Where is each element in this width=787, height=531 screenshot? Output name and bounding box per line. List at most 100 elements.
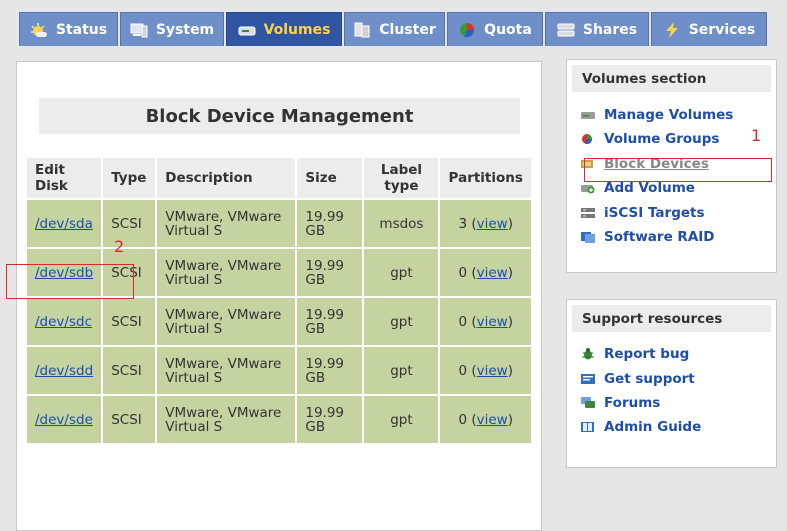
- label-type-cell: msdos: [364, 200, 439, 247]
- sidebar-item-get-support[interactable]: Get support: [581, 369, 695, 389]
- add-volume-icon: [581, 182, 595, 194]
- table-row: /dev/sdc SCSI VMware, VMware Virtual S 1…: [27, 298, 531, 345]
- sidebar-item-iscsi-targets[interactable]: iSCSI Targets: [581, 203, 705, 223]
- table-header-row: Edit Disk Type Description Size Label ty…: [27, 158, 531, 198]
- type-cell: SCSI: [103, 200, 156, 247]
- sidebar-item-label: Manage Volumes: [604, 107, 734, 123]
- server-icon: [557, 22, 575, 38]
- tab-shares[interactable]: Shares: [545, 12, 649, 46]
- support-icon: [581, 373, 595, 385]
- volumes-section-title: Volumes section: [572, 65, 771, 92]
- partition-count: 0: [458, 313, 468, 330]
- page-title: Block Device Management: [39, 98, 520, 134]
- sun-icon: [30, 22, 48, 38]
- sidebar-item-admin-guide[interactable]: Admin Guide: [581, 417, 701, 437]
- label-type-cell: gpt: [364, 347, 439, 394]
- type-cell: SCSI: [103, 298, 156, 345]
- type-cell: SCSI: [103, 396, 156, 443]
- computer-icon: [130, 22, 148, 38]
- partitions-cell: 0 (view): [440, 298, 531, 345]
- label-type-cell: gpt: [364, 396, 439, 443]
- disk-cell: /dev/sda: [27, 200, 102, 247]
- label-type-cell: gpt: [364, 249, 439, 296]
- column-header-size: Size: [297, 158, 363, 198]
- annotation-box-dev-sdb: [6, 264, 134, 299]
- column-header-description: Description: [157, 158, 296, 198]
- type-cell: SCSI: [103, 347, 156, 394]
- table-row: /dev/sdd SCSI VMware, VMware Virtual S 1…: [27, 347, 531, 394]
- tab-label: Quota: [484, 21, 532, 38]
- view-partitions-link[interactable]: view: [477, 314, 508, 330]
- tab-volumes[interactable]: Volumes: [226, 12, 342, 46]
- book-icon: [581, 421, 595, 433]
- partitions-cell: 0 (view): [440, 396, 531, 443]
- tab-label: Status: [55, 21, 108, 38]
- label-type-cell: gpt: [364, 298, 439, 345]
- partitions-cell: 0 (view): [440, 347, 531, 394]
- description-cell: VMware, VMware Virtual S: [157, 200, 296, 247]
- sidebar-item-volume-groups[interactable]: Volume Groups: [581, 129, 719, 149]
- sidebar-item-label: Software RAID: [604, 229, 715, 245]
- annotation-box-block-devices: [584, 158, 772, 182]
- disk-link-sdd[interactable]: /dev/sdd: [35, 363, 93, 379]
- disk-cell: /dev/sdd: [27, 347, 102, 394]
- sidebar-item-forums[interactable]: Forums: [581, 393, 660, 413]
- lightning-icon: [663, 21, 681, 38]
- view-partitions-link[interactable]: view: [477, 216, 508, 232]
- forums-icon: [581, 397, 595, 409]
- tab-label: System: [155, 21, 215, 38]
- view-partitions-link[interactable]: view: [477, 363, 508, 379]
- view-partitions-link[interactable]: view: [477, 412, 508, 428]
- drive-icon: [581, 109, 595, 121]
- view-partitions-link[interactable]: view: [477, 265, 508, 281]
- size-cell: 19.99 GB: [297, 347, 363, 394]
- description-cell: VMware, VMware Virtual S: [157, 298, 296, 345]
- size-cell: 19.99 GB: [297, 396, 363, 443]
- partitions-cell: 3 (view): [440, 200, 531, 247]
- disk-link-sda[interactable]: /dev/sda: [35, 216, 93, 232]
- pie-icon: [458, 22, 476, 38]
- table-row: /dev/sde SCSI VMware, VMware Virtual S 1…: [27, 396, 531, 443]
- description-cell: VMware, VMware Virtual S: [157, 249, 296, 296]
- disk-icon: [238, 22, 256, 38]
- column-header-edit-disk: Edit Disk: [27, 158, 102, 198]
- sidebar-item-manage-volumes[interactable]: Manage Volumes: [581, 105, 733, 125]
- disk-cell: /dev/sdc: [27, 298, 102, 345]
- tab-label: Volumes: [263, 21, 331, 38]
- block-device-table: Edit Disk Type Description Size Label ty…: [25, 156, 533, 445]
- sidebar-item-label: Add Volume: [604, 180, 695, 196]
- tab-cluster[interactable]: Cluster: [344, 12, 445, 46]
- column-header-type: Type: [103, 158, 156, 198]
- partition-count: 0: [458, 362, 468, 379]
- sidebar-item-report-bug[interactable]: Report bug: [581, 344, 689, 364]
- sidebar-item-label: Admin Guide: [604, 419, 702, 435]
- size-cell: 19.99 GB: [297, 298, 363, 345]
- table-row: /dev/sda SCSI VMware, VMware Virtual S 1…: [27, 200, 531, 247]
- cluster-icon: [353, 22, 371, 38]
- raid-icon: [581, 231, 595, 243]
- tab-services[interactable]: Services: [651, 12, 767, 46]
- top-nav-tabs: Status System Volumes Cluster Quota Shar…: [0, 0, 787, 46]
- tab-quota[interactable]: Quota: [447, 12, 543, 46]
- partition-count: 3: [458, 215, 468, 232]
- sidebar-item-label: iSCSI Targets: [604, 205, 705, 221]
- tab-system[interactable]: System: [120, 12, 224, 46]
- sidebar-item-label: Volume Groups: [604, 131, 720, 147]
- sidebar-item-label: Report bug: [604, 346, 690, 362]
- partition-count: 0: [458, 411, 468, 428]
- volume-groups-icon: [581, 133, 595, 145]
- disk-link-sde[interactable]: /dev/sde: [35, 412, 93, 428]
- sidebar-item-software-raid[interactable]: Software RAID: [581, 227, 715, 247]
- sidebar-item-label: Forums: [604, 395, 661, 411]
- size-cell: 19.99 GB: [297, 249, 363, 296]
- tab-label: Shares: [582, 21, 638, 38]
- size-cell: 19.99 GB: [297, 200, 363, 247]
- tab-status[interactable]: Status: [19, 12, 118, 46]
- bug-icon: [581, 348, 595, 360]
- column-header-partitions: Partitions: [440, 158, 531, 198]
- annotation-number-1: 1: [751, 126, 762, 145]
- partitions-cell: 0 (view): [440, 249, 531, 296]
- disk-link-sdc[interactable]: /dev/sdc: [35, 314, 92, 330]
- column-header-label-type: Label type: [364, 158, 439, 198]
- support-resources-title: Support resources: [572, 305, 771, 332]
